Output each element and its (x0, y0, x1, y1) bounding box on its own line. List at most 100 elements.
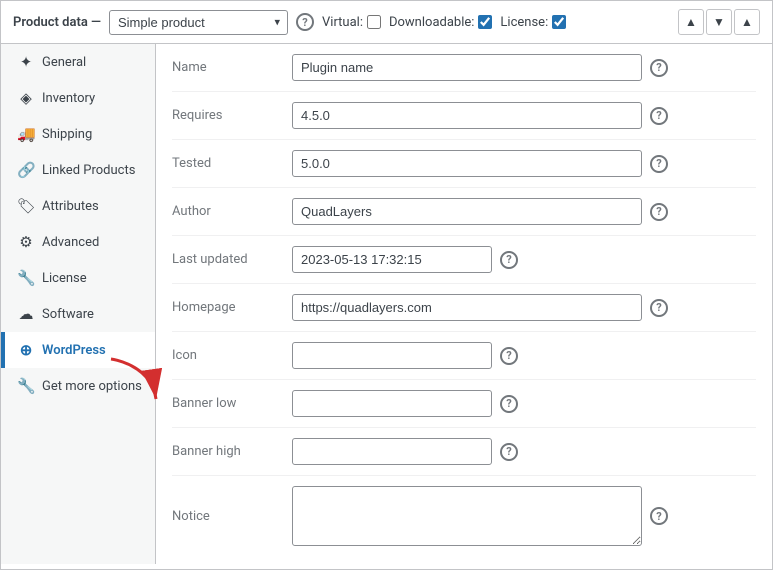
attributes-icon: 🏷 (17, 197, 35, 215)
nav-down-button[interactable]: ▼ (706, 9, 732, 35)
sidebar-item-software[interactable]: ☁ Software (1, 296, 155, 332)
input-icon[interactable] (292, 342, 492, 369)
form-row-banner-low: Banner low ? (172, 380, 756, 428)
product-data-body: ✦ General ◈ Inventory 🚚 Shipping 🔗 Linke… (1, 44, 772, 564)
form-row-name: Name ? (172, 44, 756, 92)
input-name[interactable] (292, 54, 642, 81)
product-type-help-icon[interactable]: ? (296, 13, 314, 31)
field-tested: ? (292, 150, 756, 177)
sidebar-item-label-attributes: Attributes (42, 199, 99, 214)
form-row-author: Author ? (172, 188, 756, 236)
shipping-icon: 🚚 (17, 125, 35, 143)
downloadable-checkbox-group: Downloadable: (389, 15, 492, 30)
form-row-icon: Icon ? (172, 332, 756, 380)
field-name: ? (292, 54, 756, 81)
form-row-banner-high: Banner high ? (172, 428, 756, 476)
label-notice: Notice (172, 509, 292, 524)
help-name[interactable]: ? (650, 59, 668, 77)
sidebar-item-label-shipping: Shipping (42, 127, 92, 142)
virtual-checkbox[interactable] (367, 15, 381, 29)
field-banner-low: ? (292, 390, 756, 417)
field-banner-high: ? (292, 438, 756, 465)
label-tested: Tested (172, 156, 292, 171)
label-banner-low: Banner low (172, 396, 292, 411)
label-icon: Icon (172, 348, 292, 363)
sidebar-item-get-more-options[interactable]: 🔧 Get more options (1, 368, 155, 404)
virtual-label: Virtual: (322, 15, 363, 30)
sidebar-item-label-license: License (42, 271, 87, 286)
field-requires: ? (292, 102, 756, 129)
sidebar-item-attributes[interactable]: 🏷 Attributes (1, 188, 155, 224)
sidebar-item-label-advanced: Advanced (42, 235, 99, 250)
label-name: Name (172, 60, 292, 75)
field-notice: ? (292, 486, 756, 546)
nav-collapse-button[interactable]: ▲ (734, 9, 760, 35)
sidebar-item-general[interactable]: ✦ General (1, 44, 155, 80)
input-last-updated[interactable] (292, 246, 492, 273)
product-type-select[interactable]: Simple product Variable product Grouped … (109, 10, 288, 35)
input-author[interactable] (292, 198, 642, 225)
label-author: Author (172, 204, 292, 219)
downloadable-checkbox[interactable] (478, 15, 492, 29)
help-homepage[interactable]: ? (650, 299, 668, 317)
help-last-updated[interactable]: ? (500, 251, 518, 269)
field-icon: ? (292, 342, 756, 369)
label-last-updated: Last updated (172, 252, 292, 267)
help-banner-low[interactable]: ? (500, 395, 518, 413)
input-banner-high[interactable] (292, 438, 492, 465)
sidebar-item-inventory[interactable]: ◈ Inventory (1, 80, 155, 116)
sidebar-item-label-get-more-options: Get more options (42, 379, 142, 394)
product-type-wrapper: Simple product Variable product Grouped … (109, 10, 288, 35)
sidebar-item-shipping[interactable]: 🚚 Shipping (1, 116, 155, 152)
sidebar-item-wordpress[interactable]: ⊕ WordPress (1, 332, 155, 368)
general-icon: ✦ (17, 53, 35, 71)
help-author[interactable]: ? (650, 203, 668, 221)
sidebar-item-label-software: Software (42, 307, 94, 322)
form-row-tested: Tested ? (172, 140, 756, 188)
input-homepage[interactable] (292, 294, 642, 321)
field-author: ? (292, 198, 756, 225)
input-notice[interactable] (292, 486, 642, 546)
license-label: License: (500, 15, 548, 30)
nav-arrows: ▲ ▼ ▲ (678, 9, 760, 35)
help-requires[interactable]: ? (650, 107, 668, 125)
sidebar-item-license[interactable]: 🔧 License (1, 260, 155, 296)
label-requires: Requires (172, 108, 292, 123)
product-data-header: Product data — Simple product Variable p… (1, 1, 772, 44)
input-tested[interactable] (292, 150, 642, 177)
inventory-icon: ◈ (17, 89, 35, 107)
field-last-updated: ? (292, 246, 756, 273)
form-row-homepage: Homepage ? (172, 284, 756, 332)
sidebar-item-advanced[interactable]: ⚙ Advanced (1, 224, 155, 260)
help-notice[interactable]: ? (650, 507, 668, 525)
linked-products-icon: 🔗 (17, 161, 35, 179)
content-area: Name ? Requires ? Tested ? (156, 44, 772, 564)
sidebar-item-label-linked-products: Linked Products (42, 163, 135, 178)
get-more-options-icon: 🔧 (17, 377, 35, 395)
form-row-last-updated: Last updated ? (172, 236, 756, 284)
help-icon[interactable]: ? (500, 347, 518, 365)
help-tested[interactable]: ? (650, 155, 668, 173)
form-row-notice: Notice ? (172, 476, 756, 556)
software-icon: ☁ (17, 305, 35, 323)
wordpress-icon: ⊕ (17, 341, 35, 359)
advanced-icon: ⚙ (17, 233, 35, 251)
virtual-checkbox-group: Virtual: (322, 15, 381, 30)
label-banner-high: Banner high (172, 444, 292, 459)
sidebar-item-label-general: General (42, 55, 86, 70)
sidebar-item-linked-products[interactable]: 🔗 Linked Products (1, 152, 155, 188)
input-banner-low[interactable] (292, 390, 492, 417)
downloadable-label: Downloadable: (389, 15, 474, 30)
license-checkbox-group: License: (500, 15, 566, 30)
product-data-label: Product data — (13, 15, 101, 30)
nav-up-button[interactable]: ▲ (678, 9, 704, 35)
license-checkbox[interactable] (552, 15, 566, 29)
sidebar-item-label-inventory: Inventory (42, 91, 95, 106)
input-requires[interactable] (292, 102, 642, 129)
form-row-requires: Requires ? (172, 92, 756, 140)
field-homepage: ? (292, 294, 756, 321)
sidebar: ✦ General ◈ Inventory 🚚 Shipping 🔗 Linke… (1, 44, 156, 564)
sidebar-item-label-wordpress: WordPress (42, 343, 106, 358)
product-data-panel: Product data — Simple product Variable p… (0, 0, 773, 570)
help-banner-high[interactable]: ? (500, 443, 518, 461)
